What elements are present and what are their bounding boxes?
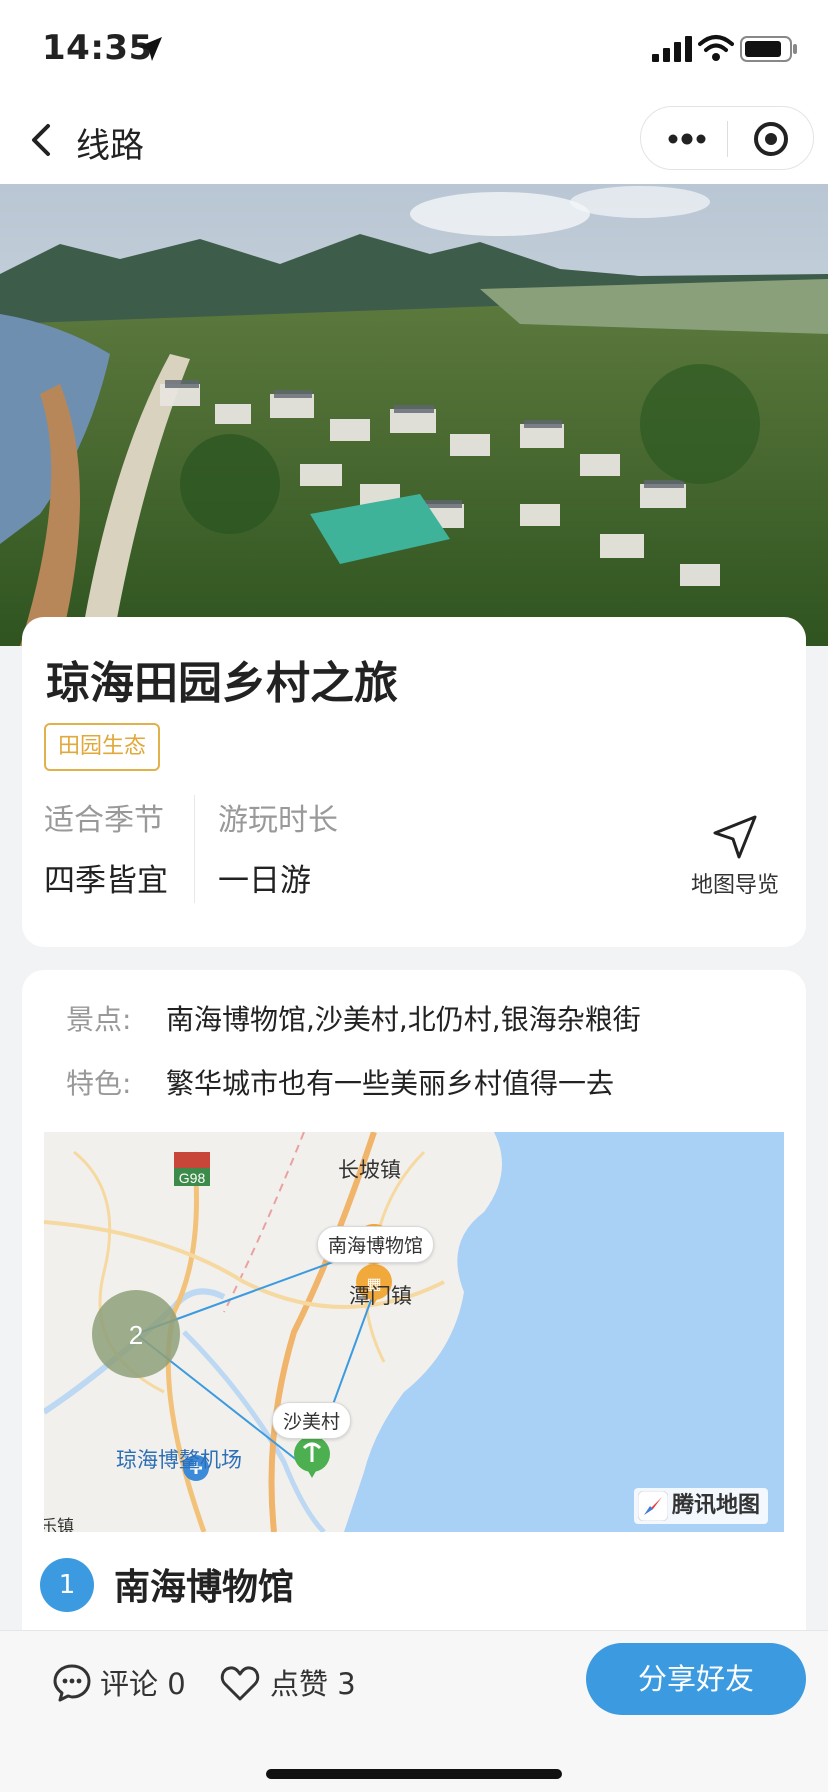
route-info-card: 琼海田园乡村之旅 田园生态 适合季节 四季皆宜 游玩时长 一日游 地图导览 — [22, 617, 806, 947]
comment-button[interactable]: 评论 0 — [100, 1661, 186, 1703]
map-edge-label: 乐镇 — [44, 1517, 74, 1532]
map-provider-logo: 腾讯地图 — [634, 1488, 769, 1524]
tencent-map-icon — [638, 1491, 668, 1521]
museum-bubble[interactable]: 南海博物馆 — [317, 1226, 435, 1263]
duration-value: 一日游 — [218, 863, 311, 899]
comment-label: 评论 — [100, 1667, 159, 1701]
map-town-north: 长坡镇 — [338, 1158, 401, 1182]
location-arrow-icon — [138, 37, 162, 61]
map-town-mid: 潭门镇 — [349, 1284, 412, 1308]
highway-label: G98 — [179, 1170, 206, 1186]
route-cover-image — [0, 184, 828, 646]
share-button[interactable]: 分享好友 — [586, 1643, 806, 1715]
miniprogram-capsule — [640, 106, 814, 170]
route-map[interactable]: G98 2 ▦ 长坡镇 潭门镇 琼海博鳌机场 乐镇 南海博物馆 沙美村 腾讯地图 — [44, 1132, 784, 1532]
like-label: 点赞 — [270, 1667, 329, 1701]
cluster-count: 2 — [129, 1320, 143, 1350]
highway-badge-top — [174, 1152, 210, 1168]
stop-number-badge: 1 — [40, 1558, 94, 1612]
wifi-icon — [698, 35, 734, 61]
more-icon[interactable] — [665, 125, 709, 153]
back-arrow-icon[interactable] — [24, 118, 60, 162]
comment-count: 0 — [167, 1667, 186, 1701]
feature-row: 特色: 繁华城市也有一些美丽乡村值得一去 — [66, 1062, 614, 1102]
feature-label: 特色: — [66, 1067, 132, 1100]
spots-row: 景点: 南海博物馆,沙美村,北仍村,银海杂粮街 — [66, 998, 641, 1038]
navigation-arrow-icon — [713, 815, 757, 859]
feature-value: 繁华城市也有一些美丽乡村值得一去 — [166, 1067, 615, 1100]
map-provider-label: 腾讯地图 — [672, 1493, 761, 1518]
like-button[interactable]: 点赞 3 — [270, 1661, 356, 1703]
route-title: 琼海田园乡村之旅 — [46, 658, 398, 709]
home-indicator — [266, 1769, 562, 1779]
close-miniprogram-icon[interactable] — [751, 119, 791, 159]
cellular-signal-icon — [652, 36, 692, 62]
category-tag: 田园生态 — [44, 723, 161, 771]
navigation-bar: 线路 — [0, 96, 828, 184]
spots-label: 景点: — [66, 1003, 132, 1036]
stop-title[interactable]: 南海博物馆 — [114, 1558, 294, 1610]
village-aerial-illustration — [0, 184, 828, 646]
map-airport-label: 琼海博鳌机场 — [116, 1448, 242, 1472]
village-bubble[interactable]: 沙美村 — [272, 1402, 352, 1439]
capsule-divider — [727, 121, 728, 157]
info-divider — [194, 795, 195, 903]
bottom-action-bar: 评论 0 点赞 3 分享好友 — [0, 1630, 828, 1792]
heart-icon[interactable] — [220, 1664, 260, 1702]
status-bar: 14:35 — [0, 0, 828, 96]
duration-label: 游玩时长 — [218, 803, 338, 838]
comment-icon[interactable] — [52, 1663, 92, 1703]
season-label: 适合季节 — [44, 803, 164, 838]
spots-value: 南海博物馆,沙美村,北仍村,银海杂粮街 — [166, 1003, 641, 1036]
map-guide-button[interactable]: 地图导览 — [680, 813, 790, 913]
page-title: 线路 — [76, 126, 144, 166]
route-detail-card: 景点: 南海博物馆,沙美村,北仍村,银海杂粮街 特色: 繁华城市也有一些美丽乡村值得… — [22, 970, 806, 1630]
battery-icon — [740, 36, 797, 62]
map-guide-label: 地图导览 — [690, 873, 779, 898]
season-value: 四季皆宜 — [44, 863, 168, 899]
like-count: 3 — [337, 1667, 356, 1701]
